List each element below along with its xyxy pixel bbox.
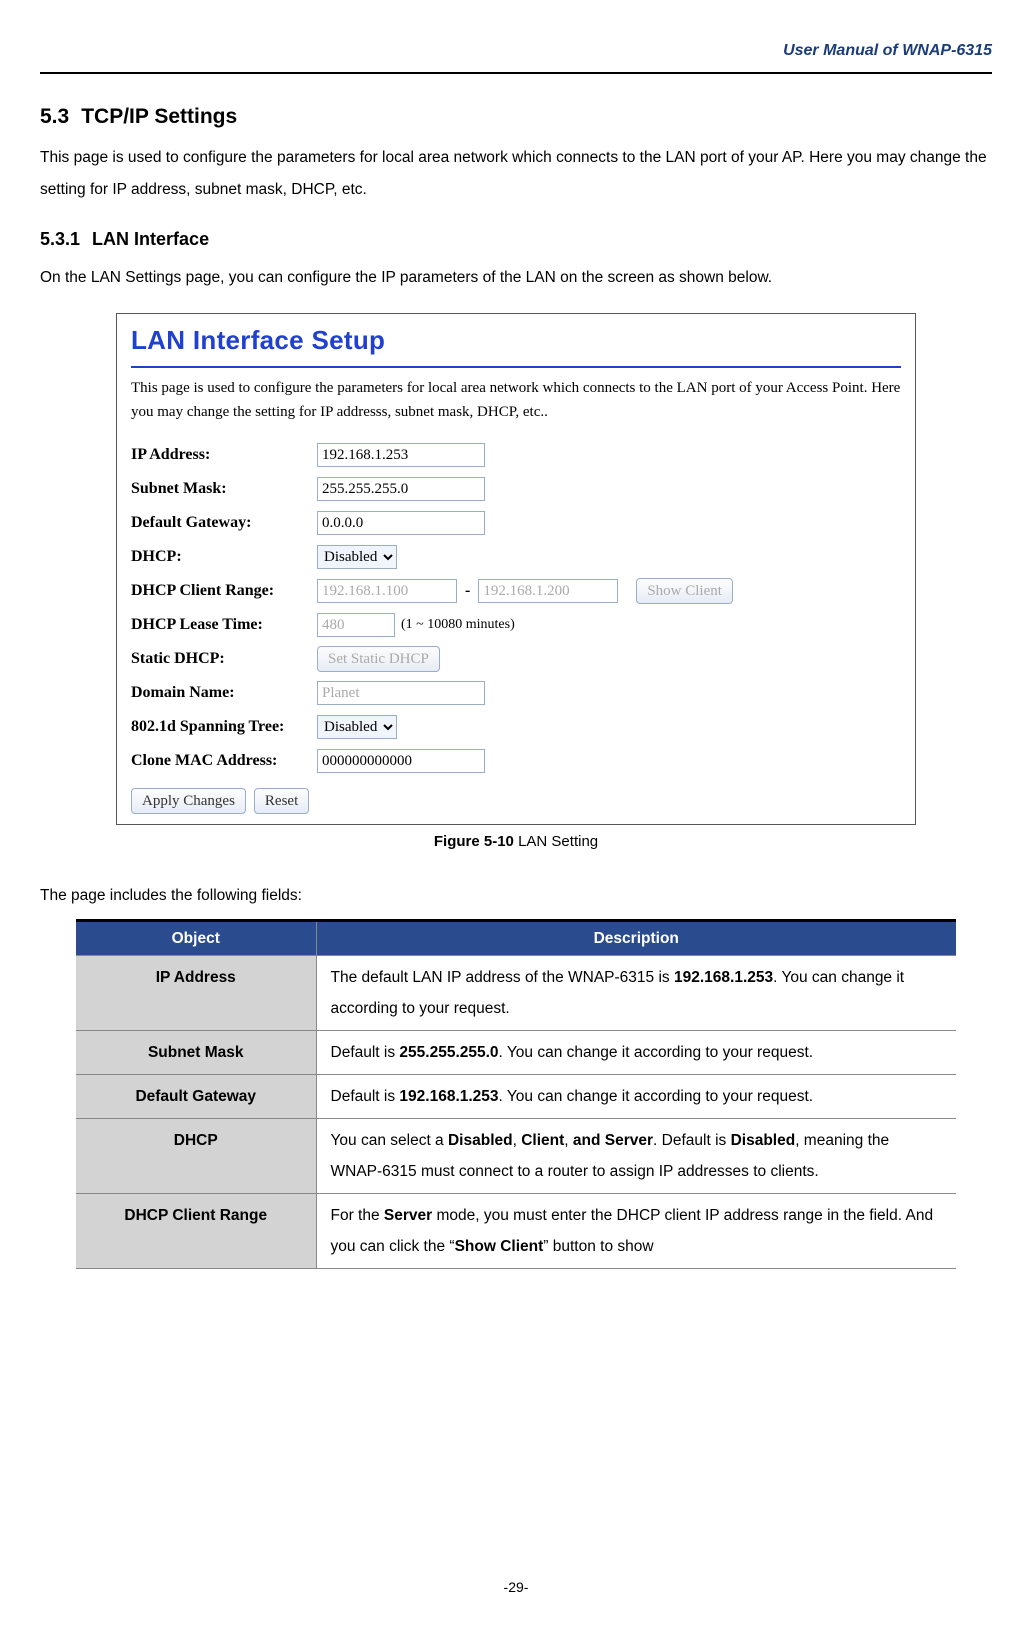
- spanning-tree-select[interactable]: Disabled: [317, 715, 397, 739]
- label-clone-mac: Clone MAC Address:: [131, 750, 317, 772]
- label-ip: IP Address:: [131, 444, 317, 466]
- col-description: Description: [316, 920, 956, 956]
- label-dhcp-range: DHCP Client Range:: [131, 580, 317, 602]
- subsection-number: 5.3.1: [40, 227, 80, 252]
- description-cell: Default is 255.255.255.0. You can change…: [316, 1031, 956, 1075]
- label-spanning: 802.1d Spanning Tree:: [131, 716, 317, 738]
- object-cell: DHCP: [76, 1119, 316, 1194]
- lease-hint: (1 ~ 10080 minutes): [401, 615, 515, 635]
- description-cell: The default LAN IP address of the WNAP-6…: [316, 956, 956, 1031]
- set-static-dhcp-button: Set Static DHCP: [317, 646, 440, 672]
- doc-header: User Manual of WNAP-6315: [40, 40, 992, 72]
- section-number: 5.3: [40, 102, 69, 131]
- label-subnet: Subnet Mask:: [131, 478, 317, 500]
- default-gateway-input[interactable]: [317, 511, 485, 535]
- subsection-intro: On the LAN Settings page, you can config…: [40, 262, 992, 295]
- table-row: Subnet MaskDefault is 255.255.255.0. You…: [76, 1031, 956, 1075]
- object-cell: Subnet Mask: [76, 1031, 316, 1075]
- panel-title: LAN Interface Setup: [131, 320, 901, 368]
- figure-label: Figure 5-10: [434, 833, 514, 850]
- label-lease: DHCP Lease Time:: [131, 614, 317, 636]
- label-static-dhcp: Static DHCP:: [131, 648, 317, 670]
- apply-changes-button[interactable]: Apply Changes: [131, 788, 246, 814]
- object-cell: Default Gateway: [76, 1075, 316, 1119]
- section-title: 5.3 TCP/IP Settings: [40, 102, 992, 131]
- dhcp-select[interactable]: Disabled: [317, 545, 397, 569]
- clone-mac-input[interactable]: [317, 749, 485, 773]
- panel-description: This page is used to configure the param…: [131, 376, 901, 424]
- reset-button[interactable]: Reset: [254, 788, 309, 814]
- description-cell: For the Server mode, you must enter the …: [316, 1194, 956, 1269]
- col-object: Object: [76, 920, 316, 956]
- object-cell: DHCP Client Range: [76, 1194, 316, 1269]
- label-domain: Domain Name:: [131, 682, 317, 704]
- header-rule: [40, 72, 992, 74]
- table-row: DHCP Client RangeFor the Server mode, yo…: [76, 1194, 956, 1269]
- domain-name-input: [317, 681, 485, 705]
- lan-setup-panel: LAN Interface Setup This page is used to…: [116, 313, 916, 825]
- table-row: DHCPYou can select a Disabled, Client, a…: [76, 1119, 956, 1194]
- subnet-mask-input[interactable]: [317, 477, 485, 501]
- description-cell: Default is 192.168.1.253. You can change…: [316, 1075, 956, 1119]
- table-row: IP AddressThe default LAN IP address of …: [76, 956, 956, 1031]
- figure-text: LAN Setting: [518, 833, 598, 850]
- page-number: -29-: [0, 1578, 1032, 1598]
- ip-address-input[interactable]: [317, 443, 485, 467]
- dhcp-range-end-input: [478, 579, 618, 603]
- label-dhcp: DHCP:: [131, 546, 317, 568]
- label-gateway: Default Gateway:: [131, 512, 317, 534]
- dhcp-lease-input: [317, 613, 395, 637]
- description-cell: You can select a Disabled, Client, and S…: [316, 1119, 956, 1194]
- table-intro: The page includes the following fields:: [40, 880, 992, 913]
- section-intro: This page is used to configure the param…: [40, 142, 992, 207]
- range-dash: -: [457, 580, 478, 602]
- fields-table: Object Description IP AddressThe default…: [76, 919, 956, 1270]
- table-row: Default GatewayDefault is 192.168.1.253.…: [76, 1075, 956, 1119]
- subsection-title: 5.3.1 LAN Interface: [40, 227, 992, 252]
- show-client-button: Show Client: [636, 578, 733, 604]
- subsection-heading: LAN Interface: [92, 229, 209, 249]
- section-heading: TCP/IP Settings: [81, 105, 237, 128]
- object-cell: IP Address: [76, 956, 316, 1031]
- figure-caption: Figure 5-10 LAN Setting: [40, 831, 992, 852]
- dhcp-range-start-input: [317, 579, 457, 603]
